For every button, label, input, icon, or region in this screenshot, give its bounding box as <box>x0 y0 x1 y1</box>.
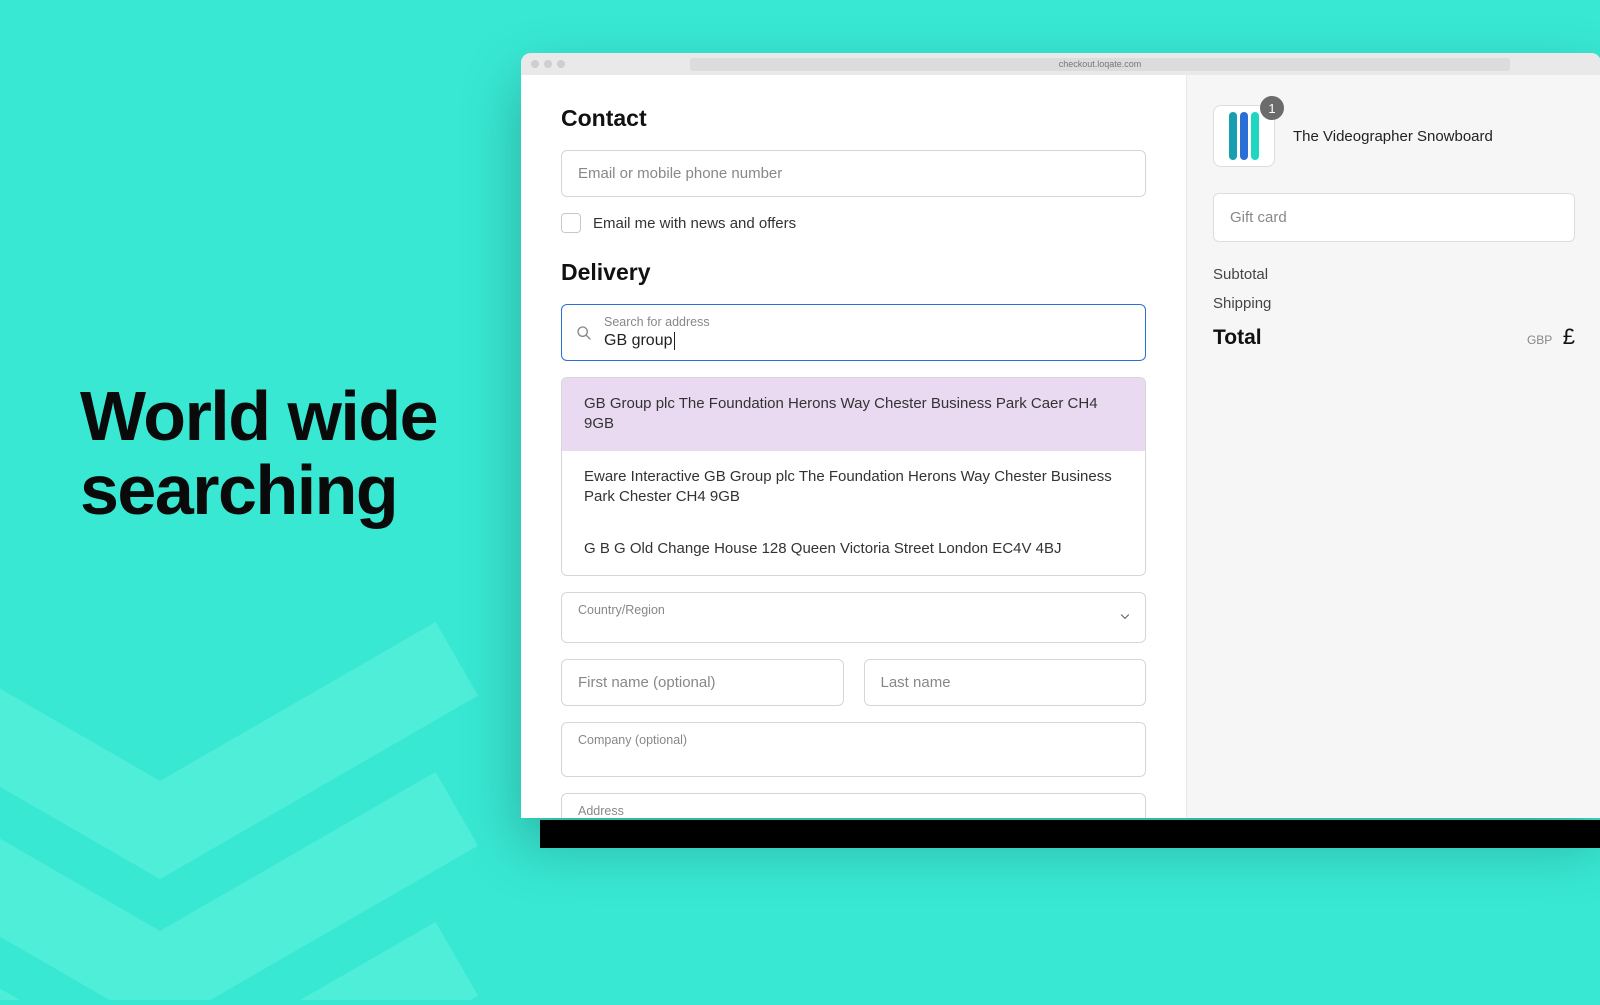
hero-line-1: World wide <box>80 380 437 454</box>
product-name: The Videographer Snowboard <box>1293 128 1493 145</box>
snowboard-icon <box>1229 112 1259 160</box>
country-label: Country/Region <box>578 603 1129 617</box>
search-icon <box>576 325 592 341</box>
traffic-light-min-icon[interactable] <box>544 60 552 68</box>
cart-line-item: 1 The Videographer Snowboard <box>1213 105 1575 167</box>
suggestion-item[interactable]: Eware Interactive GB Group plc The Found… <box>562 451 1145 524</box>
traffic-light-max-icon[interactable] <box>557 60 565 68</box>
first-name-field[interactable]: First name (optional) <box>561 659 844 706</box>
chevron-down-icon <box>1118 610 1132 624</box>
suggestion-text: G B G Old Change House 128 Queen Victori… <box>584 540 1062 557</box>
checkout-content: Contact Email or mobile phone number Ema… <box>521 75 1600 818</box>
checkout-main: Contact Email or mobile phone number Ema… <box>521 75 1187 818</box>
currency-symbol: £ <box>1563 324 1575 349</box>
address-search-input[interactable]: Search for address GB group <box>561 304 1146 361</box>
titlebar: checkout.loqate.com <box>521 53 1600 75</box>
currency-code: GBP <box>1527 333 1552 347</box>
gift-card-input[interactable]: Gift card <box>1213 193 1575 242</box>
total-label: Total <box>1213 326 1262 350</box>
contact-heading: Contact <box>561 105 1146 132</box>
delivery-heading: Delivery <box>561 259 1146 286</box>
suggestion-item[interactable]: G B G Old Change House 128 Queen Victori… <box>562 523 1145 575</box>
news-checkbox[interactable] <box>561 213 581 233</box>
browser-shadow <box>540 820 1600 848</box>
company-placeholder: Company (optional) <box>578 733 1129 747</box>
last-name-field[interactable]: Last name <box>864 659 1147 706</box>
browser-window: checkout.loqate.com Contact Email or mob… <box>521 53 1600 818</box>
last-name-placeholder: Last name <box>881 674 951 691</box>
email-placeholder: Email or mobile phone number <box>578 165 782 182</box>
order-summary: 1 The Videographer Snowboard Gift card S… <box>1187 75 1600 818</box>
url-text: checkout.loqate.com <box>1059 59 1142 69</box>
qty-badge: 1 <box>1260 96 1284 120</box>
hero-line-2: searching <box>80 454 437 528</box>
subtotal-label: Subtotal <box>1213 266 1268 283</box>
suggestion-text: GB Group plc The Foundation Herons Way C… <box>584 395 1098 432</box>
search-value: GB group <box>604 332 672 349</box>
first-name-placeholder: First name (optional) <box>578 674 716 691</box>
address-placeholder: Address <box>578 804 1129 818</box>
url-bar[interactable]: checkout.loqate.com <box>690 58 1510 71</box>
gift-placeholder: Gift card <box>1230 209 1287 226</box>
email-field[interactable]: Email or mobile phone number <box>561 150 1146 197</box>
subtotal-row: Subtotal <box>1213 266 1575 283</box>
country-select[interactable]: Country/Region <box>561 592 1146 643</box>
search-label: Search for address <box>604 315 1131 329</box>
shipping-label: Shipping <box>1213 295 1271 312</box>
shipping-row: Shipping <box>1213 295 1575 312</box>
company-field[interactable]: Company (optional) <box>561 722 1146 777</box>
suggestion-text: Eware Interactive GB Group plc The Found… <box>584 468 1112 505</box>
text-caret <box>674 332 675 350</box>
news-opt-in[interactable]: Email me with news and offers <box>561 213 1146 233</box>
product-thumbnail: 1 <box>1213 105 1275 167</box>
total-row: Total GBP £ <box>1213 324 1575 350</box>
hero-heading: World wide searching <box>80 380 437 527</box>
address-suggestions-dropdown: GB Group plc The Foundation Herons Way C… <box>561 377 1146 576</box>
traffic-light-close-icon[interactable] <box>531 60 539 68</box>
suggestion-item[interactable]: GB Group plc The Foundation Herons Way C… <box>562 378 1145 451</box>
news-label: Email me with news and offers <box>593 215 796 232</box>
address-field[interactable]: Address <box>561 793 1146 818</box>
